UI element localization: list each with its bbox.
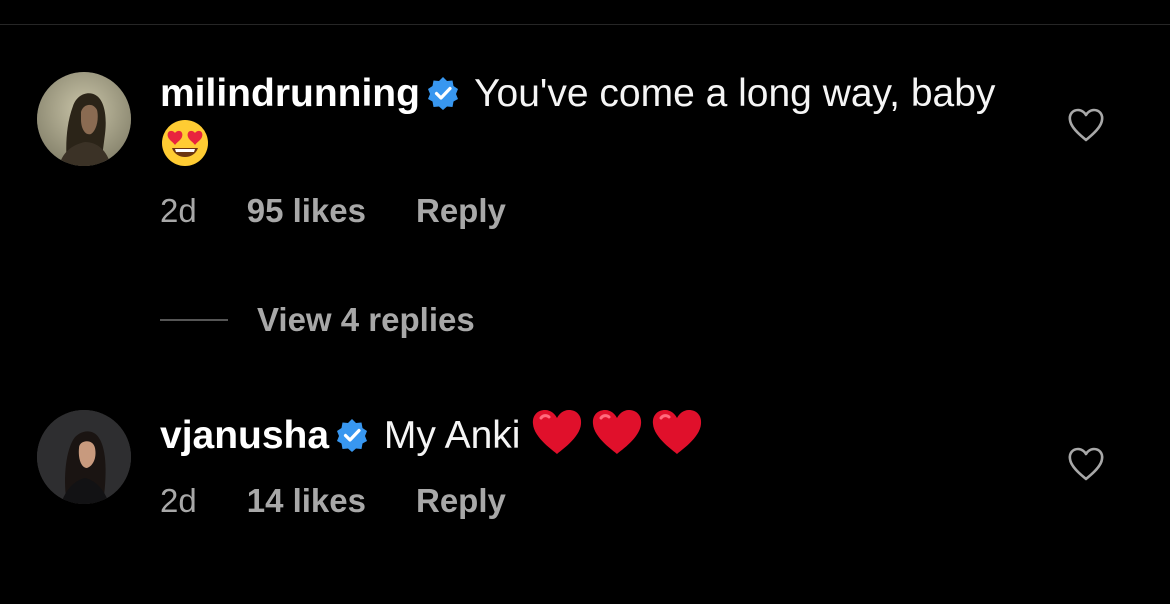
red-heart-emoji-icon <box>593 410 642 454</box>
like-heart-icon[interactable] <box>1067 446 1105 482</box>
comment-username[interactable]: vjanusha <box>160 414 329 457</box>
view-replies-button[interactable]: View 4 replies <box>160 300 475 340</box>
likes-count[interactable]: 95 likes <box>247 192 366 230</box>
reply-button[interactable]: Reply <box>416 482 506 520</box>
top-divider <box>0 24 1170 25</box>
comment-body: vjanusha My Anki <box>160 408 1000 460</box>
comment-meta: 2d 95 likes Reply <box>160 192 506 230</box>
verified-badge-icon <box>337 419 368 452</box>
comment-text: You've come a long way, baby <box>474 72 996 115</box>
reply-button[interactable]: Reply <box>416 192 506 230</box>
heart-eyes-emoji-icon <box>162 120 208 166</box>
avatar[interactable] <box>37 72 131 166</box>
red-heart-emoji-icon <box>533 410 582 454</box>
comment-body: milindrunning You've come a long way, ba… <box>160 70 1000 172</box>
view-replies-label: View 4 replies <box>257 301 475 338</box>
like-heart-icon[interactable] <box>1067 107 1105 143</box>
verified-badge-icon <box>427 77 458 110</box>
comment-username[interactable]: milindrunning <box>160 72 420 115</box>
red-heart-emoji-icon <box>653 410 702 454</box>
replies-divider-line <box>160 319 228 321</box>
likes-count[interactable]: 14 likes <box>247 482 366 520</box>
comment-text: My Anki <box>383 414 521 457</box>
comment-time: 2d <box>160 192 197 229</box>
comment-time: 2d <box>160 482 197 519</box>
comment-meta: 2d 14 likes Reply <box>160 482 506 520</box>
avatar[interactable] <box>37 410 131 504</box>
